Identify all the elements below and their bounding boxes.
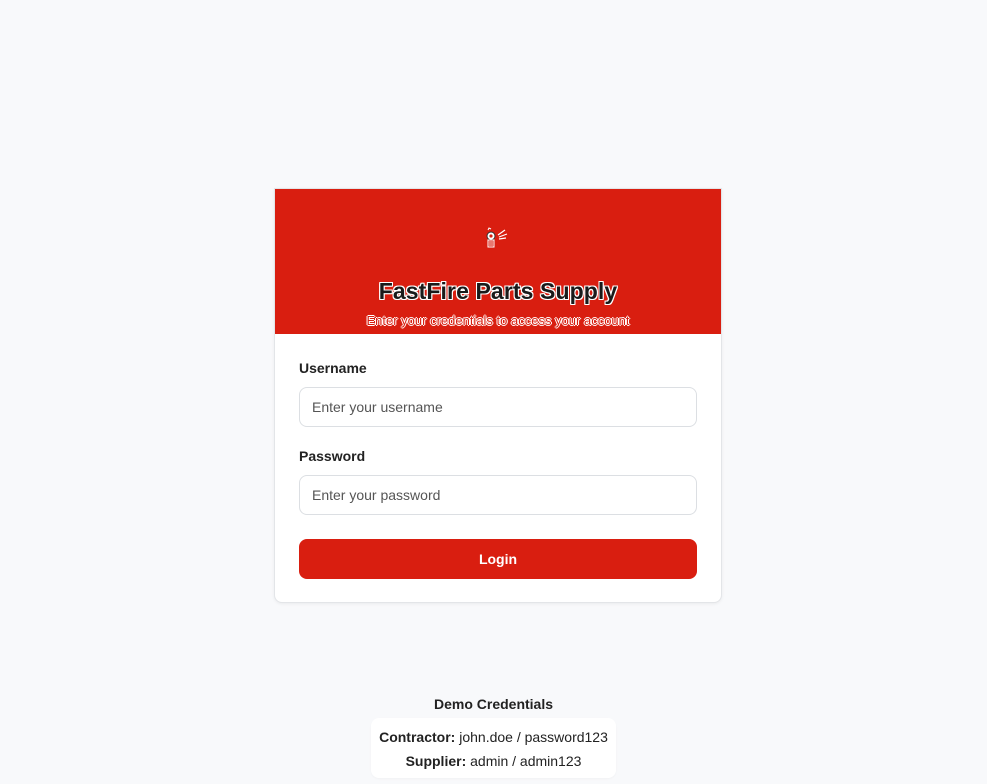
contractor-label: Contractor: <box>379 729 456 745</box>
password-label: Password <box>299 448 366 464</box>
username-label: Username <box>299 360 367 376</box>
card-header: FastFire Parts Supply Enter your credent… <box>275 189 721 334</box>
demo-credentials: Demo Credentials Contractor: john.doe / … <box>0 696 987 778</box>
demo-credentials-box: Contractor: john.doe / password123 Suppl… <box>371 718 616 778</box>
login-card: FastFire Parts Supply Enter your credent… <box>274 188 722 603</box>
supplier-credentials: Supplier: admin / admin123 <box>379 749 608 773</box>
login-button[interactable]: Login <box>299 539 697 579</box>
contractor-value: john.doe / password123 <box>459 729 608 745</box>
login-form: Username Password Login <box>275 334 721 579</box>
username-group: Username <box>299 360 697 427</box>
supplier-value: admin / admin123 <box>470 753 582 769</box>
password-group: Password <box>299 448 697 515</box>
page-title: FastFire Parts Supply <box>378 278 618 304</box>
page-subtitle: Enter your credentials to access your ac… <box>366 313 630 328</box>
contractor-credentials: Contractor: john.doe / password123 <box>379 725 608 749</box>
fire-hydrant-spray-icon <box>486 227 508 248</box>
login-page: FastFire Parts Supply Enter your credent… <box>0 0 987 784</box>
supplier-label: Supplier: <box>405 753 467 769</box>
password-input[interactable] <box>299 475 697 515</box>
username-input[interactable] <box>299 387 697 427</box>
demo-credentials-title: Demo Credentials <box>433 696 554 712</box>
